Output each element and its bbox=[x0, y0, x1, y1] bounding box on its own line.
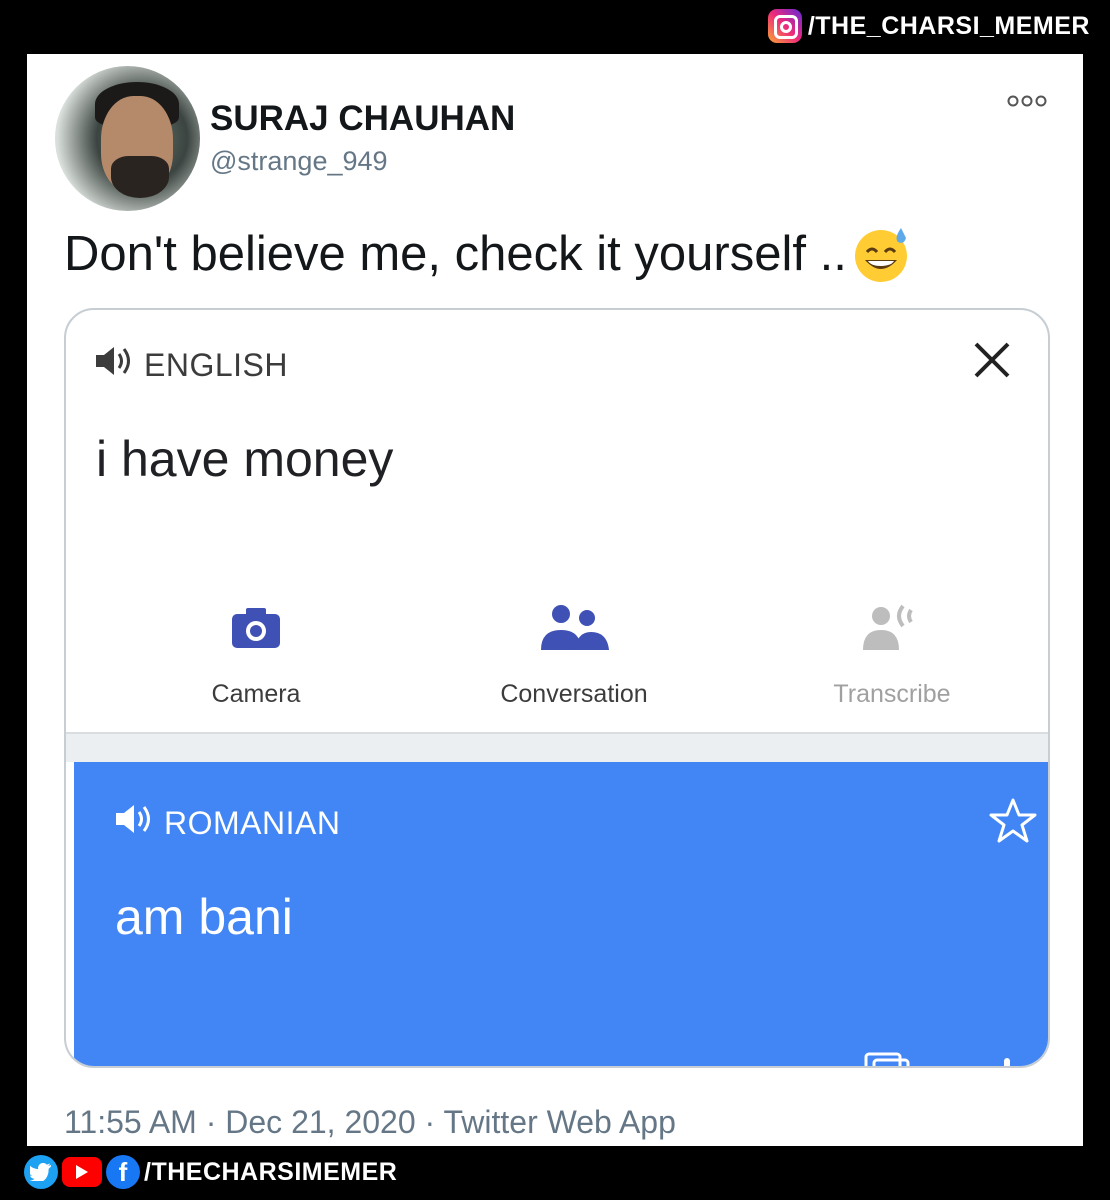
camera-icon bbox=[232, 608, 280, 648]
translate-screenshot: ENGLISH i have money Camera Conversation… bbox=[64, 308, 1050, 1068]
instagram-icon bbox=[767, 9, 802, 43]
watermark-top-text: /THE_CHARSI_MEMER bbox=[807, 11, 1090, 40]
divider bbox=[66, 732, 1048, 762]
tool-label: Camera bbox=[211, 680, 301, 708]
target-text[interactable]: am bani bbox=[115, 888, 293, 946]
tool-camera[interactable]: Camera bbox=[136, 580, 376, 709]
transcribe-icon bbox=[863, 604, 913, 650]
source-text[interactable]: i have money bbox=[96, 430, 393, 488]
tool-transcribe: Transcribe bbox=[772, 580, 1012, 709]
speaker-icon[interactable] bbox=[114, 802, 154, 844]
watermark-top: /THE_CHARSI_MEMER bbox=[767, 4, 1090, 48]
tweet-timestamp[interactable]: 11:55 AM · Dec 21, 2020 · Twitter Web Ap… bbox=[64, 1104, 676, 1141]
input-tools: Camera Conversation Transcribe bbox=[66, 580, 1048, 720]
speaker-icon[interactable] bbox=[94, 344, 134, 386]
tweet-card: SURAJ CHAUHAN @strange_949 Don't believe… bbox=[27, 54, 1083, 1146]
conversation-icon bbox=[541, 605, 609, 650]
youtube-icon bbox=[62, 1157, 102, 1187]
target-language-label: ROMANIAN bbox=[164, 804, 341, 841]
author-name[interactable]: SURAJ CHAUHAN bbox=[210, 99, 515, 139]
author-handle[interactable]: @strange_949 bbox=[210, 146, 388, 177]
watermark-bottom: f /THECHARSIMEMER bbox=[24, 1150, 397, 1194]
tool-label: Transcribe bbox=[833, 680, 951, 708]
tool-label: Conversation bbox=[500, 680, 648, 708]
tweet-text-row: Don't believe me, check it yourself .. bbox=[64, 224, 911, 284]
star-icon[interactable] bbox=[988, 796, 1038, 846]
translation-panel: ROMANIAN am bani bbox=[74, 762, 1048, 1068]
tweet-text: Don't believe me, check it yourself .. bbox=[64, 227, 847, 281]
watermark-bottom-text: /THECHARSIMEMER bbox=[144, 1157, 398, 1186]
target-language-row[interactable]: ROMANIAN bbox=[114, 802, 340, 844]
avatar[interactable] bbox=[55, 66, 200, 211]
tool-conversation[interactable]: Conversation bbox=[454, 580, 694, 709]
grinning-face-with-sweat-icon bbox=[851, 224, 911, 284]
twitter-icon bbox=[24, 1155, 58, 1189]
more-options-icon[interactable] bbox=[1007, 88, 1047, 114]
more-vertical-icon[interactable] bbox=[1004, 1058, 1010, 1066]
facebook-icon: f bbox=[106, 1155, 140, 1189]
close-icon[interactable] bbox=[970, 338, 1014, 382]
source-language-label: ENGLISH bbox=[144, 346, 288, 383]
copy-icon[interactable] bbox=[864, 1050, 910, 1068]
source-language-row[interactable]: ENGLISH bbox=[94, 344, 288, 386]
